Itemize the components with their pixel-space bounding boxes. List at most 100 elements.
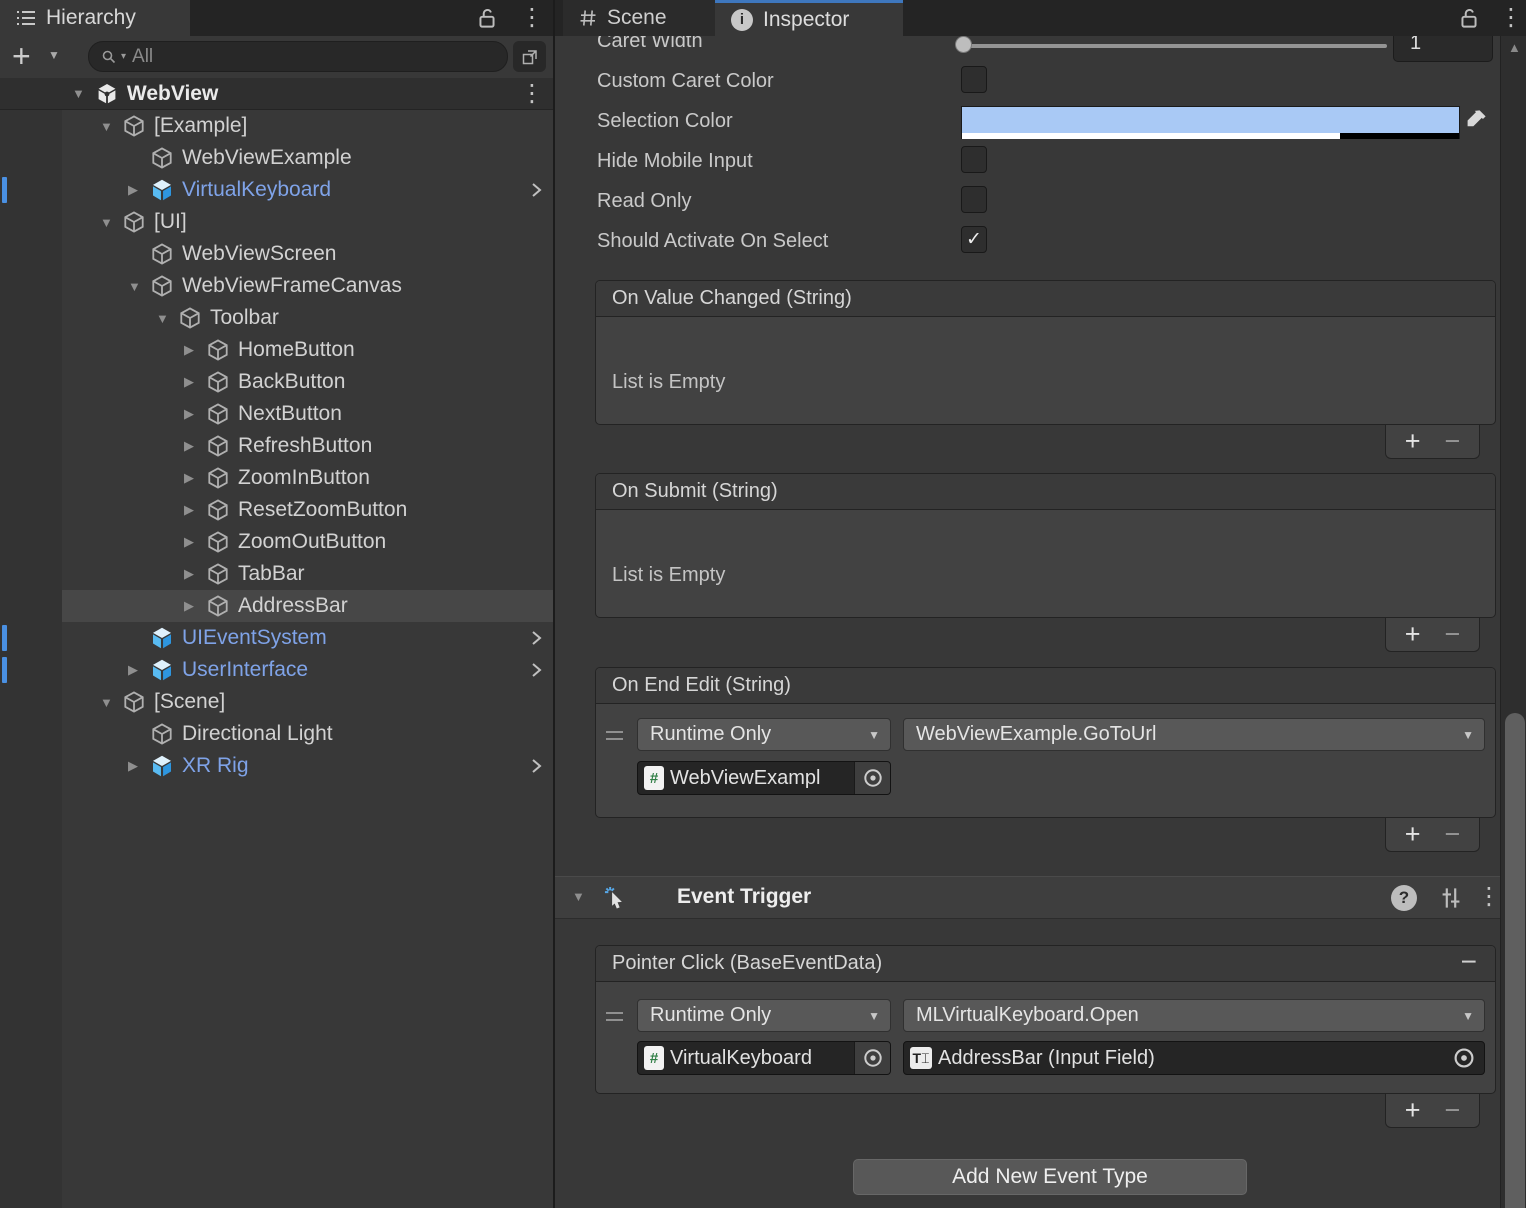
custom-caret-color-checkbox[interactable]: ✓ <box>961 66 987 93</box>
tree-row[interactable]: ▶ XR Rig <box>62 750 553 782</box>
should-activate-checkbox[interactable]: ✓ <box>961 226 987 253</box>
scene-header-row[interactable]: ▼ WebView ⋮ <box>0 78 553 110</box>
add-listener-button[interactable]: + <box>1405 621 1421 648</box>
caret-width-slider-track[interactable] <box>961 44 1387 48</box>
add-listener-button[interactable]: + <box>1405 428 1421 455</box>
expand-arrow-icon[interactable]: ▶ <box>184 534 206 550</box>
event-trigger-header[interactable]: ▼ Event Trigger ? <box>555 876 1500 919</box>
tree-row[interactable]: ▼ Toolbar <box>62 302 553 334</box>
create-object-caret-icon[interactable]: ▼ <box>48 49 60 61</box>
tree-row[interactable]: ▶ HomeButton <box>62 334 553 366</box>
scene-foldout-icon[interactable]: ▼ <box>72 87 85 100</box>
tree-row-label: AddressBar <box>238 594 348 618</box>
tree-row[interactable]: ▼ [Example] <box>62 110 553 142</box>
hierarchy-menu-icon[interactable]: ⋮ <box>520 6 544 30</box>
scroll-up-icon[interactable]: ▲ <box>1508 40 1521 55</box>
selection-color-swatch[interactable] <box>961 106 1460 139</box>
expand-arrow-icon[interactable]: ▼ <box>100 695 122 710</box>
expand-arrow-icon[interactable]: ▶ <box>128 662 150 678</box>
tree-row[interactable]: Directional Light <box>62 718 553 750</box>
help-icon[interactable]: ? <box>1391 885 1417 911</box>
scene-menu-icon[interactable]: ⋮ <box>520 82 544 106</box>
prefab-open-chevron-icon[interactable] <box>530 757 543 775</box>
eyedropper-icon[interactable] <box>1464 108 1488 132</box>
tree-row[interactable]: ▶ ZoomInButton <box>62 462 553 494</box>
object-picker-button[interactable] <box>854 1042 890 1074</box>
create-object-button[interactable]: + <box>12 38 31 74</box>
tab-inspector[interactable]: i Inspector <box>715 0 903 36</box>
remove-listener-button[interactable]: − <box>1445 621 1461 648</box>
add-listener-button[interactable]: + <box>1405 821 1421 848</box>
add-new-event-type-button[interactable]: Add New Event Type <box>853 1159 1247 1195</box>
tree-row[interactable]: ▶ AddressBar <box>62 590 553 622</box>
selection-color-value <box>962 107 1459 133</box>
component-menu-icon[interactable]: ⋮ <box>1477 885 1501 909</box>
caret-width-slider-knob[interactable] <box>955 36 972 53</box>
add-listener-button[interactable]: + <box>1405 1097 1421 1124</box>
pointer-click-function-dropdown[interactable]: MLVirtualKeyboard.Open ▼ <box>903 999 1485 1032</box>
prefab-open-chevron-icon[interactable] <box>530 629 543 647</box>
read-only-checkbox[interactable]: ✓ <box>961 186 987 213</box>
pointer-click-argument-field[interactable]: T⌶ AddressBar (Input Field) <box>903 1041 1485 1075</box>
object-picker-button[interactable] <box>854 762 890 794</box>
tree-row[interactable]: UIEventSystem <box>62 622 553 654</box>
pointer-click-target-field[interactable]: # VirtualKeyboard <box>637 1041 891 1075</box>
tree-row[interactable]: ▶ NextButton <box>62 398 553 430</box>
presets-icon[interactable] <box>1439 886 1463 910</box>
expand-arrow-icon[interactable]: ▶ <box>184 470 206 486</box>
expand-arrow-icon[interactable]: ▶ <box>184 598 206 614</box>
expand-arrow-icon[interactable]: ▼ <box>100 119 122 134</box>
tree-row[interactable]: ▼ WebViewFrameCanvas <box>62 270 553 302</box>
tree-row[interactable]: ▶ ResetZoomButton <box>62 494 553 526</box>
tree-row[interactable]: ▶ RefreshButton <box>62 430 553 462</box>
selection-color-label: Selection Color <box>597 110 733 133</box>
scrollbar-thumb[interactable] <box>1505 713 1525 1208</box>
expand-arrow-icon[interactable]: ▶ <box>184 502 206 518</box>
tree-row[interactable]: ▶ TabBar <box>62 558 553 590</box>
expand-arrow-icon[interactable]: ▶ <box>128 182 150 198</box>
inspector-menu-icon[interactable]: ⋮ <box>1499 6 1523 30</box>
tree-row[interactable]: ▶ ZoomOutButton <box>62 526 553 558</box>
prefab-open-chevron-icon[interactable] <box>530 661 543 679</box>
expand-arrow-icon[interactable]: ▶ <box>184 374 206 390</box>
tree-row[interactable]: ▶ UserInterface <box>62 654 553 686</box>
pointer-click-mode-dropdown[interactable]: Runtime Only ▼ <box>637 999 891 1032</box>
end-edit-function-dropdown[interactable]: WebViewExample.GoToUrl ▼ <box>903 718 1485 751</box>
hierarchy-gutter <box>0 110 62 1208</box>
listener-drag-handle[interactable] <box>606 731 623 740</box>
expand-arrow-icon[interactable]: ▶ <box>184 342 206 358</box>
remove-listener-button[interactable]: − <box>1445 821 1461 848</box>
expand-arrow-icon[interactable]: ▼ <box>156 311 178 326</box>
hierarchy-search-field[interactable]: ▾ <box>88 41 508 72</box>
inspector-lock-icon[interactable] <box>1458 7 1480 31</box>
component-foldout-icon[interactable]: ▼ <box>572 890 585 903</box>
remove-listener-button[interactable]: − <box>1445 428 1461 455</box>
inspector-scrollbar[interactable]: ▲ <box>1500 36 1526 1208</box>
tab-scene[interactable]: Scene <box>563 0 715 36</box>
expand-arrow-icon[interactable]: ▼ <box>128 279 150 294</box>
tree-row[interactable]: ▼ [UI] <box>62 206 553 238</box>
expand-arrow-icon[interactable]: ▶ <box>128 758 150 774</box>
listener-drag-handle[interactable] <box>606 1012 623 1021</box>
end-edit-target-field[interactable]: # WebViewExampl <box>637 761 891 795</box>
expand-arrow-icon[interactable]: ▶ <box>184 406 206 422</box>
tree-row[interactable]: ▼ [Scene] <box>62 686 553 718</box>
remove-listener-button[interactable]: − <box>1445 1097 1461 1124</box>
tree-row[interactable]: WebViewScreen <box>62 238 553 270</box>
prefab-open-chevron-icon[interactable] <box>530 181 543 199</box>
lock-icon[interactable] <box>476 7 498 31</box>
tree-row[interactable]: ▶ VirtualKeyboard <box>62 174 553 206</box>
object-picker-button[interactable] <box>1452 1046 1476 1070</box>
remove-event-type-button[interactable]: − <box>1461 946 1477 978</box>
tree-row[interactable]: ▶ BackButton <box>62 366 553 398</box>
hide-mobile-input-checkbox[interactable]: ✓ <box>961 146 987 173</box>
end-edit-mode-dropdown[interactable]: Runtime Only ▼ <box>637 718 891 751</box>
tab-hierarchy[interactable]: Hierarchy <box>0 0 190 36</box>
tree-row[interactable]: WebViewExample <box>62 142 553 174</box>
search-filter-caret-icon[interactable]: ▾ <box>121 51 126 62</box>
expand-arrow-icon[interactable]: ▶ <box>184 566 206 582</box>
expand-arrow-icon[interactable]: ▼ <box>100 215 122 230</box>
expand-arrow-icon[interactable]: ▶ <box>184 438 206 454</box>
search-popout-button[interactable] <box>513 41 546 72</box>
search-input[interactable] <box>130 45 430 69</box>
